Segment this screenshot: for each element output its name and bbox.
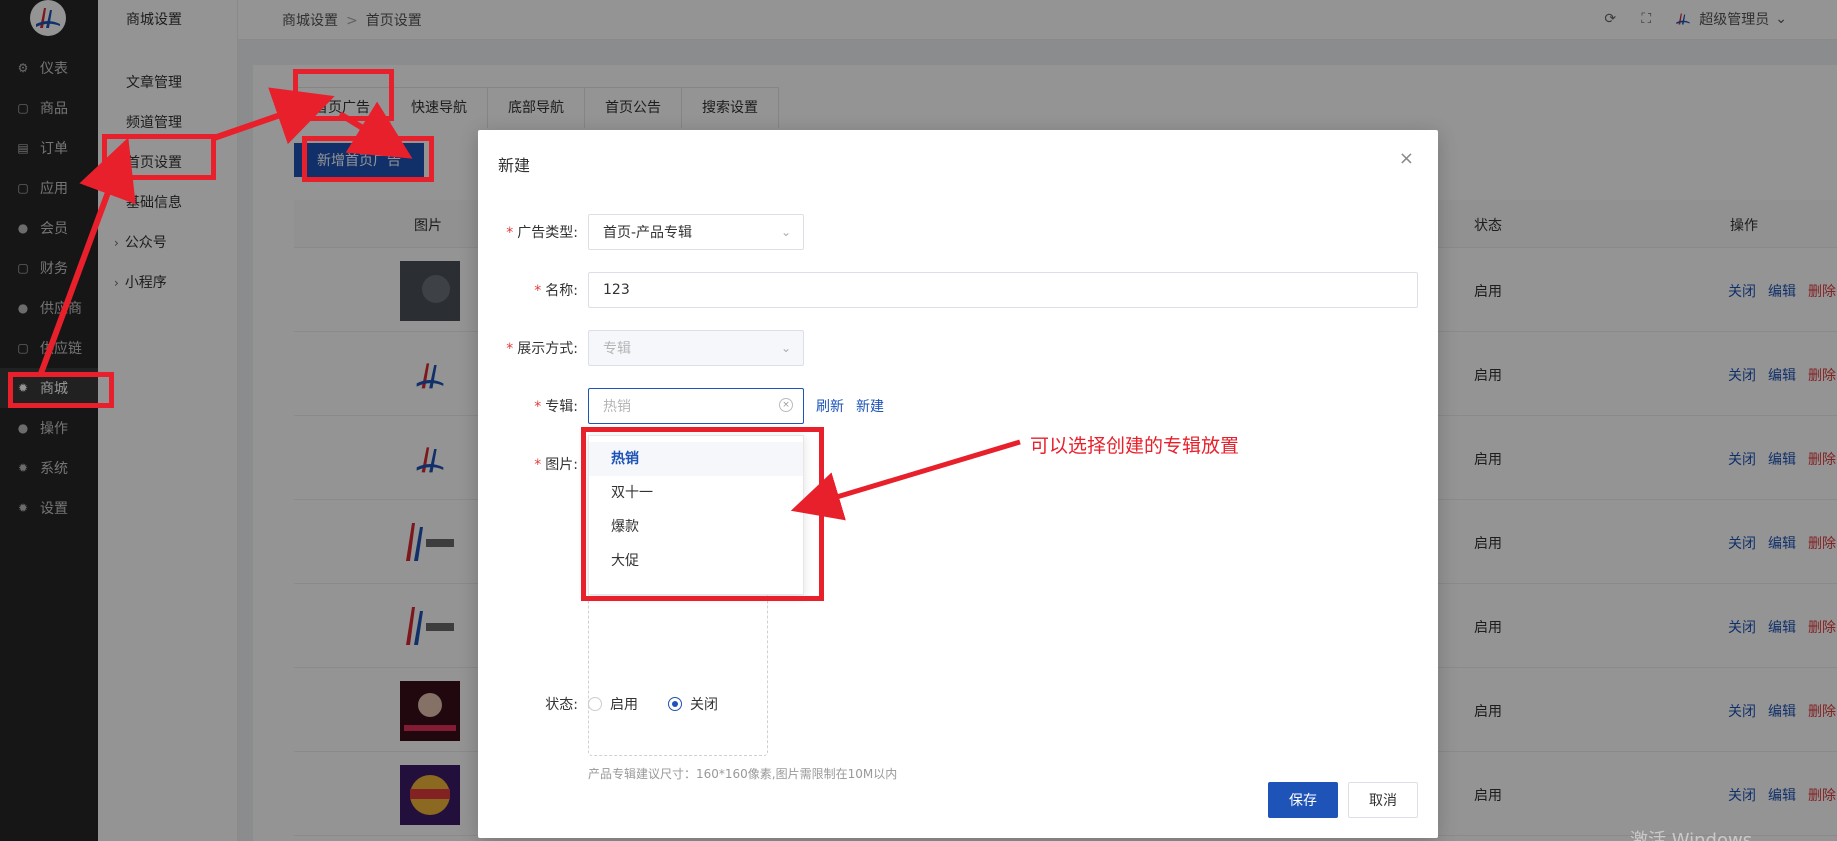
new-album-link[interactable]: 新建 xyxy=(856,396,884,416)
label-text: 展示方式: xyxy=(517,341,578,357)
album-dropdown: 热销 双十一 爆款 大促 xyxy=(588,435,804,595)
name-label: * 名称: xyxy=(534,283,578,299)
status-closed-radio[interactable]: 关闭 xyxy=(668,694,718,714)
annotation-text: 可以选择创建的专辑放置 xyxy=(1030,435,1240,457)
album-option-bestseller[interactable]: 爆款 xyxy=(589,510,803,544)
cancel-button[interactable]: 取消 xyxy=(1348,782,1418,818)
radio-label: 启用 xyxy=(610,697,638,713)
radio-dot xyxy=(588,697,602,711)
display-mode-value: 专辑 xyxy=(603,341,631,357)
label-text: 图片: xyxy=(545,457,578,473)
windows-watermark: 激活 Windows xyxy=(1630,830,1753,841)
ad-type-value: 首页-产品专辑 xyxy=(603,225,693,241)
album-label: * 专辑: xyxy=(534,399,578,415)
display-mode-select: 专辑 ⌄ xyxy=(588,330,804,366)
close-icon[interactable]: × xyxy=(1399,148,1414,169)
name-input[interactable]: 123 xyxy=(588,272,1418,308)
ad-type-select[interactable]: 首页-产品专辑 ⌄ xyxy=(588,214,804,250)
new-ad-dialog: 新建 × * 广告类型: 首页-产品专辑 ⌄ * 名称: 123 * 展示方式: 专辑… xyxy=(478,130,1438,838)
image-size-hint: 产品专辑建议尺寸：160*160像素,图片需限制在10M以内 xyxy=(588,767,898,781)
status-label: 状态: xyxy=(545,697,578,713)
label-text: 专辑: xyxy=(545,399,578,415)
radio-label: 关闭 xyxy=(690,697,718,713)
label-text: 广告类型: xyxy=(517,225,578,241)
save-button[interactable]: 保存 xyxy=(1268,782,1338,818)
status-enabled-radio[interactable]: 启用 xyxy=(588,694,638,714)
dialog-title: 新建 xyxy=(498,156,531,175)
display-mode-label: * 展示方式: xyxy=(506,341,578,357)
album-placeholder: 热销 xyxy=(603,399,631,415)
album-option-hot[interactable]: 热销 xyxy=(589,442,803,476)
ad-type-label: * 广告类型: xyxy=(506,225,578,241)
status-radio-group: 启用 关闭 xyxy=(588,694,718,714)
image-label: * 图片: xyxy=(534,457,578,473)
album-option-promotion[interactable]: 大促 xyxy=(589,544,803,578)
refresh-albums-link[interactable]: 刷新 xyxy=(816,396,844,416)
radio-dot xyxy=(668,697,682,711)
label-text: 名称: xyxy=(545,283,578,299)
image-upload-area[interactable] xyxy=(588,580,768,756)
album-select[interactable]: 热销 × xyxy=(588,388,804,424)
chevron-down-icon: ⌄ xyxy=(780,225,791,239)
chevron-down-icon: ⌄ xyxy=(780,341,791,355)
name-value: 123 xyxy=(603,282,630,298)
album-option-double-eleven[interactable]: 双十一 xyxy=(589,476,803,510)
clear-icon[interactable]: × xyxy=(779,398,793,412)
